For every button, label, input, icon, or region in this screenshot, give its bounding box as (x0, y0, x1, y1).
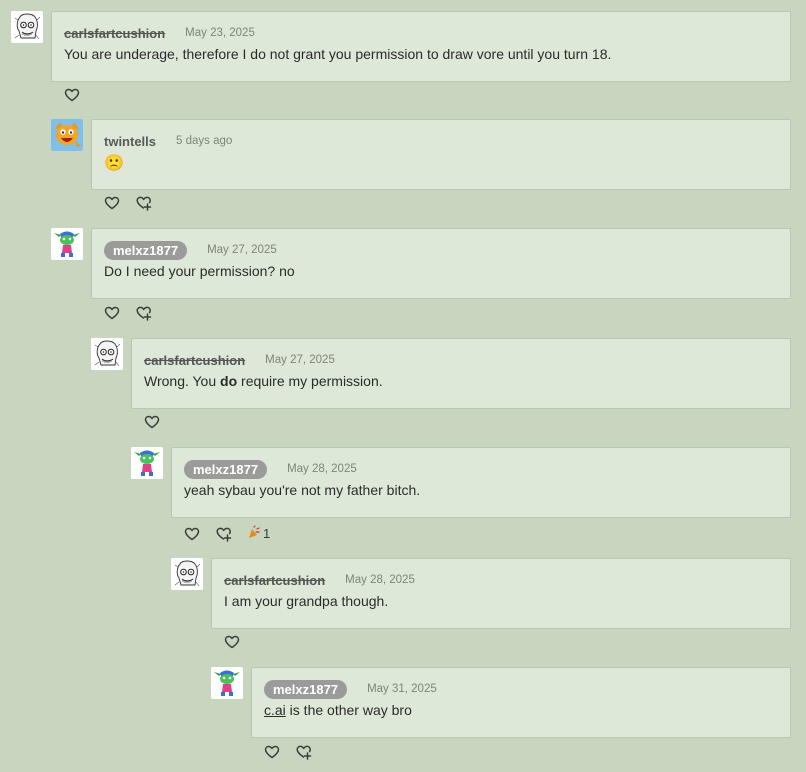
comment-link[interactable]: c.ai (264, 702, 286, 718)
comment-date[interactable]: May 27, 2025 (207, 244, 277, 256)
comment-text-bold: do (220, 373, 238, 389)
skull-avatar-icon (91, 338, 123, 370)
comment-actions (144, 414, 176, 430)
comment-actions (64, 87, 96, 103)
comment-text-part: require my permission. (237, 373, 383, 389)
heart-outline-icon (104, 305, 120, 321)
comment-meta: twintells 5 days ago (104, 130, 232, 152)
comment-card: carlsfartcushion May 28, 2025 I am your … (211, 558, 791, 629)
comment: carlsfartcushion May 23, 2025 You are un… (11, 11, 791, 111)
comment: carlsfartcushion May 27, 2025 Wrong. You… (91, 338, 791, 438)
comment: carlsfartcushion May 28, 2025 I am your … (171, 558, 791, 658)
heart-outline-icon (264, 744, 280, 760)
comment-card: twintells 5 days ago 🙁 (91, 119, 791, 190)
comment: melxz1877 May 27, 2025 Do I need your pe… (51, 228, 791, 328)
like-button[interactable] (224, 634, 240, 650)
comment-date[interactable]: May 27, 2025 (265, 354, 335, 366)
fox-avatar-icon (51, 119, 83, 151)
party-popper-icon (248, 525, 260, 542)
heart-tip-icon (296, 744, 312, 760)
comment-meta: melxz1877 May 28, 2025 (184, 458, 357, 480)
heart-outline-icon (184, 526, 200, 542)
like-button[interactable] (104, 195, 120, 211)
comment-text: yeah sybau you're not my father bitch. (184, 482, 421, 498)
avatar[interactable] (51, 119, 83, 151)
skull-avatar-icon (171, 558, 203, 590)
username[interactable]: melxz1877 (104, 240, 188, 260)
comment-actions (104, 195, 168, 211)
comment-actions (264, 744, 328, 760)
username[interactable]: twintells (104, 134, 156, 149)
avatar[interactable] (211, 667, 243, 699)
avatar[interactable] (51, 228, 83, 260)
comment: twintells 5 days ago 🙁 (51, 119, 791, 219)
skull-avatar-icon (11, 11, 43, 43)
avatar[interactable] (171, 558, 203, 590)
like-button[interactable] (184, 526, 200, 542)
heart-outline-icon (144, 414, 160, 430)
comment-meta: carlsfartcushion May 23, 2025 (64, 22, 255, 44)
comment-actions: 1 (184, 525, 270, 542)
like-button[interactable] (144, 414, 160, 430)
comment-text: Wrong. You do require my permission. (144, 373, 383, 389)
comment-date[interactable]: May 28, 2025 (287, 463, 357, 475)
like-button[interactable] (64, 87, 80, 103)
comment-date[interactable]: 5 days ago (176, 135, 232, 147)
avatar[interactable] (11, 11, 43, 43)
goblin-avatar-icon (211, 667, 243, 699)
comment: melxz1877 May 28, 2025 yeah sybau you're… (131, 447, 791, 547)
comment-meta: carlsfartcushion May 27, 2025 (144, 349, 335, 371)
tip-button[interactable] (136, 305, 152, 321)
avatar[interactable] (131, 447, 163, 479)
comment-text: c.ai is the other way bro (264, 702, 412, 718)
goblin-avatar-icon (51, 228, 83, 260)
comment-text-part: Wrong. You (144, 373, 221, 389)
comment-actions (104, 305, 168, 321)
comment-actions (224, 634, 256, 650)
reaction-count: 1 (263, 526, 271, 541)
comment-text: You are underage, therefore I do not gra… (64, 46, 612, 62)
comment-text: 🙁 (104, 155, 124, 172)
comment-card: melxz1877 May 28, 2025 yeah sybau you're… (171, 447, 791, 518)
heart-outline-icon (224, 634, 240, 650)
username[interactable]: melxz1877 (184, 459, 268, 479)
comment-card: melxz1877 May 31, 2025 c.ai is the other… (251, 667, 791, 738)
heart-tip-icon (216, 526, 232, 542)
goblin-avatar-icon (131, 447, 163, 479)
like-button[interactable] (264, 744, 280, 760)
tip-button[interactable] (216, 526, 232, 542)
comment: melxz1877 May 31, 2025 c.ai is the other… (211, 667, 791, 767)
comment-card: carlsfartcushion May 23, 2025 You are un… (51, 11, 791, 82)
username[interactable]: carlsfartcushion (144, 353, 245, 368)
username[interactable]: carlsfartcushion (224, 573, 325, 588)
comment-text: Do I need your permission? no (104, 263, 295, 279)
heart-outline-icon (104, 195, 120, 211)
tip-button[interactable] (296, 744, 312, 760)
heart-tip-icon (136, 305, 152, 321)
comment-text-part: is the other way bro (285, 702, 412, 718)
comment-meta: melxz1877 May 31, 2025 (264, 678, 437, 700)
heart-outline-icon (64, 87, 80, 103)
comment-date[interactable]: May 23, 2025 (185, 27, 255, 39)
heart-tip-icon (136, 195, 152, 211)
avatar[interactable] (91, 338, 123, 370)
comment-date[interactable]: May 31, 2025 (367, 683, 437, 695)
comment-card: melxz1877 May 27, 2025 Do I need your pe… (91, 228, 791, 299)
username[interactable]: melxz1877 (264, 679, 348, 699)
comment-meta: melxz1877 May 27, 2025 (104, 239, 277, 261)
like-button[interactable] (104, 305, 120, 321)
comment-text: I am your grandpa though. (224, 593, 389, 609)
tip-button[interactable] (136, 195, 152, 211)
reaction-chip[interactable]: 1 (248, 525, 270, 542)
comment-date[interactable]: May 28, 2025 (345, 574, 415, 586)
comment-meta: carlsfartcushion May 28, 2025 (224, 569, 415, 591)
comment-card: carlsfartcushion May 27, 2025 Wrong. You… (131, 338, 791, 409)
username[interactable]: carlsfartcushion (64, 26, 165, 41)
